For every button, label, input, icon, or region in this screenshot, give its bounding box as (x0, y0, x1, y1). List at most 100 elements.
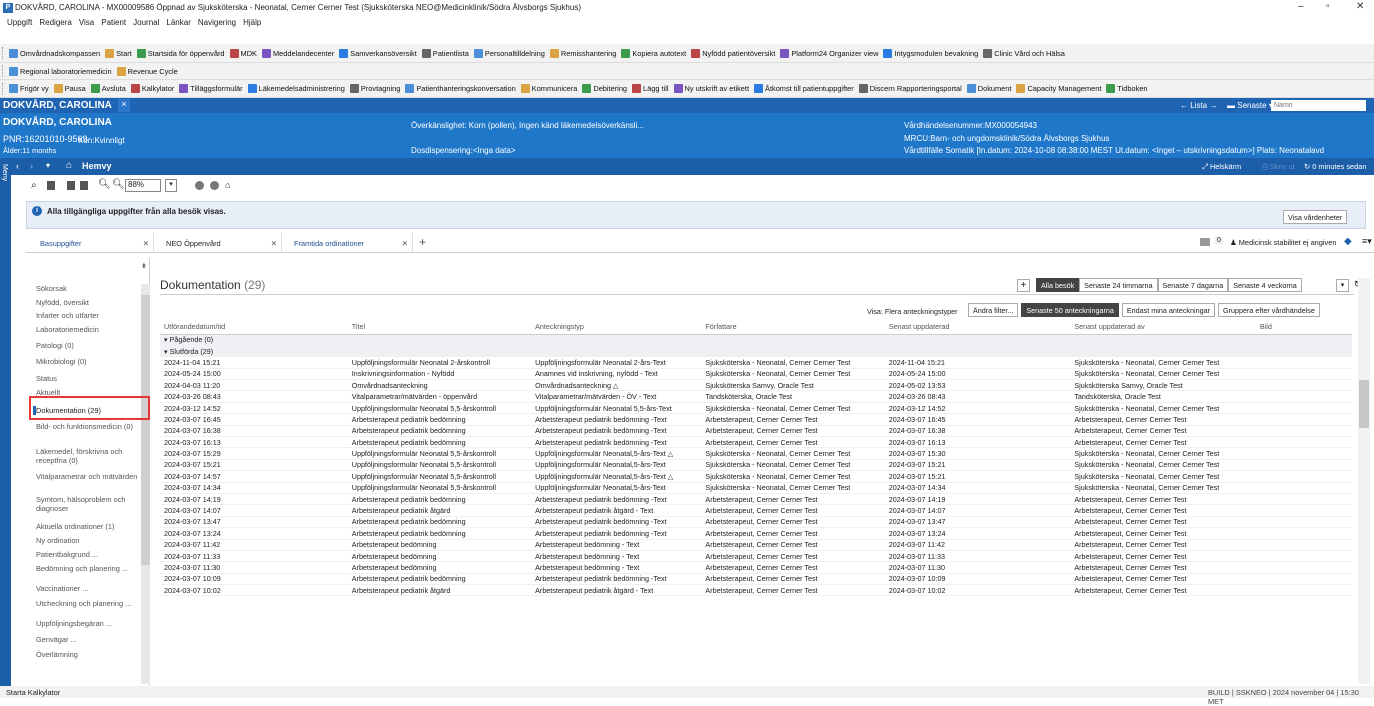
toolbar1-item-1[interactable]: Start (105, 48, 132, 58)
patient-tab-close[interactable]: × (118, 99, 130, 112)
list-nav[interactable]: ← Lista → (1180, 101, 1217, 110)
menu-item-4[interactable]: Journal (133, 18, 159, 27)
nav-dropdown-icon[interactable]: ▾ (46, 161, 50, 170)
toolbar3-item-9[interactable]: Debitering (582, 84, 627, 93)
toolbar1-item-12[interactable]: Intygsmodulen bevakning (883, 48, 978, 58)
toolbar3-item-16[interactable]: Tidboken (1106, 84, 1148, 93)
sidebar-item-3[interactable]: Laboratoriemedicin (36, 325, 140, 334)
table-row[interactable]: 2024-05-24 15:00 Inskrivningsinformation … (160, 368, 1352, 381)
toolbar2-item-1[interactable]: Revenue Cycle (116, 66, 178, 76)
sidebar-item-11[interactable]: Vitalparametrar och mätvärden (36, 472, 140, 481)
toolbar3-item-2[interactable]: Avsluta (90, 84, 126, 93)
mail-icon[interactable] (1200, 238, 1210, 246)
column-header-1[interactable]: Titel (347, 320, 532, 335)
menu-item-3[interactable]: Patient (101, 18, 126, 27)
toolbar3-item-11[interactable]: Ny utskrift av etikett (673, 84, 749, 93)
menu-item-1[interactable]: Redigera (39, 18, 71, 27)
toolbar1-item-5[interactable]: Samverkansöversikt (339, 48, 417, 58)
fullscreen-button[interactable]: ⤢ Helskärm (1202, 162, 1241, 172)
toolbar-grip[interactable] (2, 82, 6, 95)
table-row[interactable]: 2024-03-07 16:13 Arbetsterapeut pediatrik… (160, 436, 1352, 449)
table-row[interactable]: 2024-03-07 10:09 Arbetsterapeut pediatrik… (160, 573, 1352, 586)
table-row[interactable]: 2024-03-26 08:43 Vitalparametrar/mätvärde… (160, 390, 1352, 403)
doc-button-2[interactable]: Endast mina anteckningar (1121, 303, 1215, 317)
toolbar1-item-3[interactable]: MDK (229, 48, 257, 58)
column-header-5[interactable]: Senast uppdaterad av (1070, 320, 1256, 335)
sidebar-item-1[interactable]: Nyfödd, översikt (36, 298, 140, 307)
sidebar-item-18[interactable]: Utcheckning och planering ... (36, 599, 140, 608)
table-row[interactable]: 2024-03-07 14:57 Uppföljningsformulär Neo… (160, 470, 1352, 483)
toolbar3-item-1[interactable]: Pausa (53, 84, 86, 93)
toolbar1-item-0[interactable]: Omvårdnadskompassen (9, 48, 100, 58)
menu-item-7[interactable]: Hjälp (243, 18, 261, 27)
sidebar-item-12[interactable]: Symtom, hälsoproblem och diagnoser (36, 495, 140, 513)
menu-strip[interactable]: Meny (0, 158, 11, 686)
pin-icon[interactable]: ⇟ (141, 262, 147, 270)
patient-search-input[interactable] (1271, 100, 1366, 111)
refresh-button[interactable]: ↻ 0 minutes sedan (1304, 162, 1366, 171)
toolbar1-item-8[interactable]: Remisshantering (549, 48, 616, 58)
toolbar1-item-10[interactable]: Nyfödd patientöversikt (691, 48, 775, 58)
toolbar1-item-7[interactable]: Personaltilldelning (473, 48, 545, 58)
group-done[interactable]: ▾ Slutförda (29) (160, 345, 1352, 358)
circle-icon-1[interactable] (195, 181, 204, 190)
toolbar3-item-13[interactable]: Discern Rapporteringsportal (858, 84, 962, 93)
toolbar3-item-4[interactable]: Tilläggsformulär (179, 84, 243, 93)
doc-button-0[interactable]: Ändra filter... (968, 303, 1019, 317)
filter-0[interactable]: Alla besök (1036, 278, 1080, 292)
menu-item-5[interactable]: Länkar (166, 18, 190, 27)
toolbar3-item-7[interactable]: Patienthanteringskonversation (405, 84, 516, 93)
sidebar-item-9[interactable]: Bild- och funktionsmedicin (0) (36, 422, 140, 431)
toolbar1-item-13[interactable]: Clinic Vård och Hälsa (983, 48, 1065, 58)
menu-item-2[interactable]: Visa (79, 18, 94, 27)
minimize-button[interactable]: – (1298, 1, 1304, 12)
table-row[interactable]: 2024-03-07 15:29 Uppföljningsformulär Neo… (160, 447, 1352, 460)
zoom-out-icon[interactable]: 🔍︎ (112, 179, 125, 190)
print-small-icon[interactable] (47, 181, 55, 190)
stability-indicator[interactable]: ♟ Medicinsk stabilitet ej angiven (1230, 238, 1336, 247)
sidebar-item-17[interactable]: Vaccinationer ... (36, 584, 140, 593)
close-window-button[interactable]: ✕ (1356, 1, 1364, 12)
sidebar-item-4[interactable]: Patologi (0) (36, 341, 140, 350)
toolbar1-item-6[interactable]: Patientlista (421, 48, 469, 58)
close-icon[interactable]: ✕ (271, 239, 277, 248)
filter-1[interactable]: Senaste 24 timmarna (1079, 278, 1158, 292)
doc-button-3[interactable]: Gruppera efter vårdhändelse (1217, 303, 1320, 317)
tab-basuppgifter[interactable]: Basuppgifter ✕ (26, 233, 154, 253)
sidebar-item-2[interactable]: Infarter och utfarter (36, 311, 140, 320)
filter-2[interactable]: Senaste 7 dagarna (1157, 278, 1229, 292)
table-row[interactable]: 2024-03-07 11:33 Arbetsterapeut bedömning… (160, 550, 1352, 563)
menu-item-0[interactable]: Uppgift (7, 18, 32, 27)
toolbar1-item-11[interactable]: Platform24 Organizer view (780, 48, 878, 58)
table-row[interactable]: 2024-03-07 16:45 Arbetsterapeut pediatrik… (160, 413, 1352, 426)
print-setup-icon[interactable] (80, 181, 88, 190)
circle-icon-2[interactable] (210, 181, 219, 190)
column-header-0[interactable]: Utförandedatum/tid (160, 320, 348, 335)
sidebar-item-13[interactable]: Aktuella ordinationer (1) (36, 522, 140, 531)
table-row[interactable]: 2024-03-07 14:07 Arbetsterapeut pediatrik… (160, 504, 1352, 517)
sidebar-item-15[interactable]: Patientbakgrund ... (36, 550, 140, 559)
sidebar-scroll-thumb[interactable] (141, 295, 150, 565)
sidebar-item-5[interactable]: Mikrobiologi (0) (36, 357, 140, 366)
toolbar3-item-0[interactable]: Frigör vy (9, 84, 49, 93)
sidebar-item-20[interactable]: Genvägar ... (36, 635, 140, 644)
sidebar-item-6[interactable]: Status (36, 374, 140, 383)
table-row[interactable]: 2024-03-07 15:21 Uppföljningsformulär Neo… (160, 459, 1352, 472)
column-header-3[interactable]: Författare (701, 320, 885, 335)
table-row[interactable]: 2024-03-07 10:02 Arbetsterapeut pediatrik… (160, 584, 1352, 597)
toolbar1-item-2[interactable]: Startsida för öppenvård (136, 48, 225, 58)
tab-menu-icon[interactable]: ≡▾ (1362, 236, 1372, 247)
add-note-button[interactable]: + (1017, 279, 1030, 292)
tab-framtida-ordinationer[interactable]: Framtida ordinationer ✕ (288, 233, 413, 253)
zoom-dropdown-icon[interactable]: ▾ (165, 179, 177, 192)
table-row[interactable]: 2024-03-12 14:52 Uppföljningsformulär Neo… (160, 402, 1352, 415)
table-row[interactable]: 2024-03-07 16:38 Arbetsterapeut pediatrik… (160, 425, 1352, 438)
doc-button-1[interactable]: Senaste 50 anteckningarna (1021, 303, 1119, 317)
home-label[interactable]: Hemvy (82, 161, 112, 171)
menu-item-6[interactable]: Navigering (198, 18, 236, 27)
table-row[interactable]: 2024-03-07 11:30 Arbetsterapeut bedömning… (160, 561, 1352, 574)
recent-dropdown[interactable]: ▬ Senaste ▾ (1227, 101, 1273, 110)
toolbar3-item-5[interactable]: Läkemedelsadministrering (247, 84, 345, 93)
content-scroll-thumb[interactable] (1359, 380, 1369, 428)
table-row[interactable]: 2024-11-04 15:21 Uppföljningsformulär Neo… (160, 356, 1352, 369)
